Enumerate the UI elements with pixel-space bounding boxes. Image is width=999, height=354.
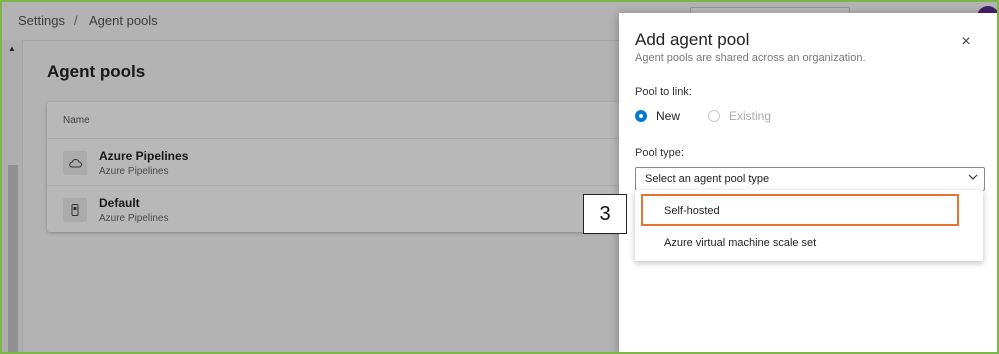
close-icon[interactable]: × bbox=[957, 33, 975, 51]
option-azure-vmss[interactable]: Azure virtual machine scale set bbox=[635, 229, 983, 257]
radio-existing-label: Existing bbox=[729, 109, 772, 123]
pool-type-label: Pool type: bbox=[635, 147, 684, 159]
radio-unselected-icon bbox=[708, 110, 720, 122]
panel-subtitle: Agent pools are shared across an organiz… bbox=[635, 52, 866, 64]
radio-selected-icon bbox=[635, 110, 647, 122]
pool-to-link-label: Pool to link: bbox=[635, 86, 692, 98]
select-placeholder: Select an agent pool type bbox=[645, 173, 770, 185]
screenshot-frame: Settings / Agent pools ▲ Agent pools Nam… bbox=[0, 0, 999, 354]
radio-existing: Existing bbox=[708, 109, 771, 123]
step-callout: 3 bbox=[583, 194, 627, 234]
radio-new[interactable]: New bbox=[635, 109, 680, 123]
radio-new-label: New bbox=[656, 109, 681, 123]
option-self-hosted[interactable]: Self-hosted bbox=[641, 194, 959, 226]
pool-type-dropdown: Self-hosted Azure virtual machine scale … bbox=[635, 190, 983, 261]
panel-title: Add agent pool bbox=[635, 30, 750, 49]
pool-type-select[interactable]: Select an agent pool type bbox=[635, 167, 985, 191]
chevron-down-icon bbox=[968, 171, 978, 186]
add-agent-pool-panel: Add agent pool Agent pools are shared ac… bbox=[619, 13, 997, 352]
